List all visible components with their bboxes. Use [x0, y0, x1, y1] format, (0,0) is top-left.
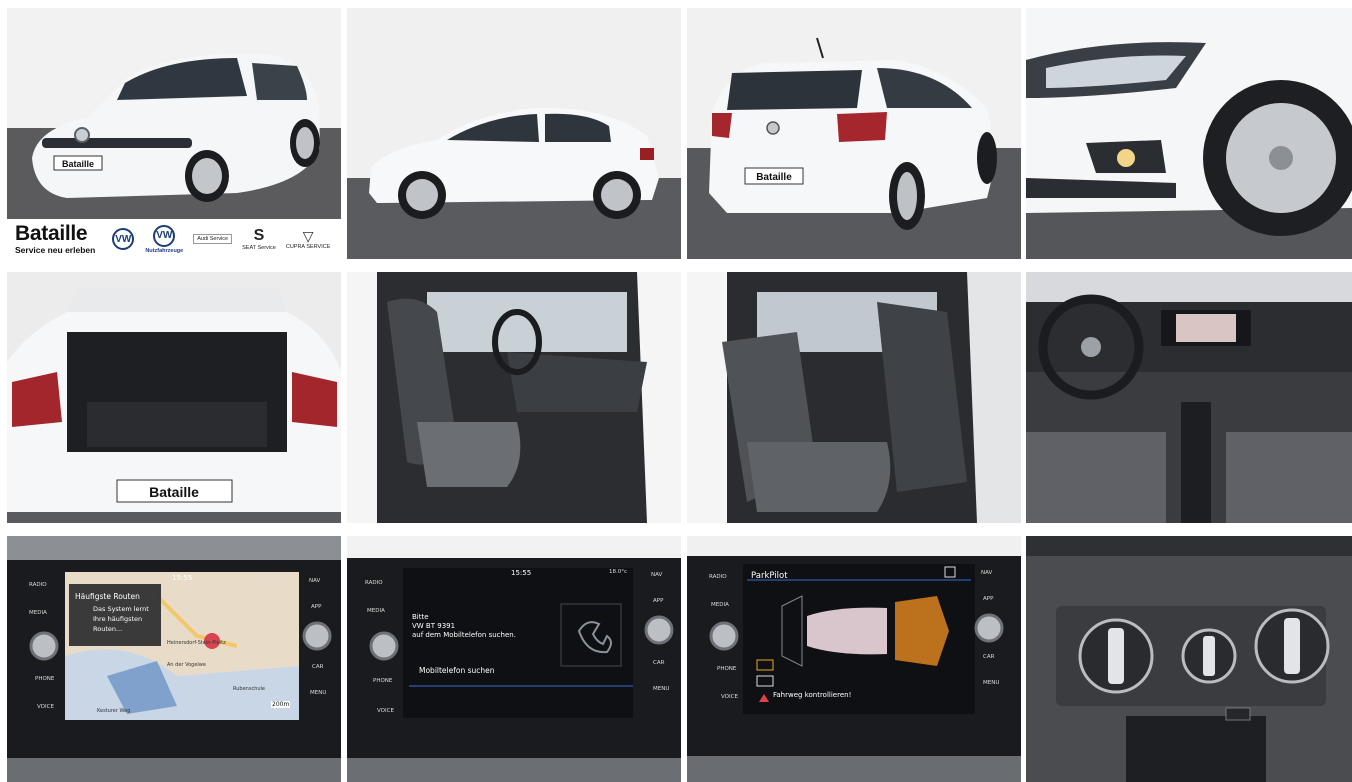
menu-button: MENU [653, 686, 670, 692]
nav-popup-line: Ihre häufigsten [93, 615, 143, 623]
nav-time: 15:55 [172, 574, 193, 582]
phone-button: PHONE [717, 666, 737, 672]
svg-text:Bataille: Bataille [756, 172, 792, 183]
phone-button: PHONE [35, 676, 55, 682]
seat-logo-icon: S SEAT Service [242, 226, 276, 251]
radio-button: RADIO [29, 582, 47, 588]
photo-parkpilot-screen[interactable]: ParkPilot Fahrweg kontrollieren! RADIO M… [687, 536, 1021, 782]
car-button: CAR [312, 664, 324, 670]
radio-button: RADIO [709, 574, 727, 580]
radio-button: RADIO [365, 580, 383, 586]
vw-nutzfahrzeuge-logo-icon: VW Nutzfahrzeuge [145, 224, 183, 254]
phone-message-line: Bitte [412, 613, 429, 621]
photo-front-three-quarter[interactable]: Bataille Bataille Service neu erleben VW… [7, 8, 341, 259]
app-button: APP [311, 604, 322, 610]
parkpilot-title: ParkPilot [751, 571, 788, 581]
map-label: Rubenschule [233, 686, 265, 692]
car-button: CAR [653, 660, 665, 666]
nav-popup-line: Routen... [93, 625, 123, 633]
menu-button: MENU [983, 680, 1000, 686]
nav-button: NAV [651, 572, 663, 578]
photo-side-profile[interactable] [347, 8, 681, 259]
search-phone-button: Mobiltelefon suchen [419, 666, 495, 675]
photo-headlight-wheel-closeup[interactable] [1026, 8, 1352, 259]
phone-message-line: auf dem Mobiltelefon suchen. [412, 631, 516, 639]
voice-button: VOICE [377, 708, 394, 714]
cupra-logo-icon: ▽ CUPRA SERVICE [285, 227, 331, 250]
map-label: Kesturer Weg [97, 708, 131, 714]
photo-open-trunk[interactable]: Bataille [7, 272, 341, 523]
parkpilot-warning: Fahrweg kontrollieren! [773, 691, 852, 699]
vw-logo-icon: VW [111, 228, 135, 250]
photo-rear-seats[interactable] [687, 272, 1021, 523]
map-label: Heinersdorf-Stein-Pleitz [167, 640, 226, 646]
nav-button: NAV [981, 570, 993, 576]
media-button: MEDIA [711, 602, 729, 608]
map-label: An der Vogelwe [167, 662, 206, 668]
dealer-banner: Bataille Service neu erleben VW VW Nutzf… [7, 219, 341, 259]
nav-button: NAV [309, 578, 321, 584]
photo-dashboard[interactable] [1026, 272, 1352, 523]
photo-gallery: Bataille Bataille Service neu erleben VW… [0, 0, 1352, 782]
svg-text:Bataille: Bataille [149, 484, 199, 500]
map-scale: 200m [271, 701, 291, 708]
photo-climate-controls[interactable] [1026, 536, 1352, 782]
photo-front-seats[interactable] [347, 272, 681, 523]
menu-button: MENU [310, 690, 327, 696]
phone-temp: 18.0°c [609, 569, 628, 575]
dealer-brand: Bataille Service neu erleben [15, 223, 95, 255]
car-button: CAR [983, 654, 995, 660]
voice-button: VOICE [37, 704, 54, 710]
nav-popup-line: Das System lernt [93, 605, 149, 613]
audi-service-logo-icon: Audi Service [193, 233, 233, 245]
media-button: MEDIA [29, 610, 47, 616]
voice-button: VOICE [721, 694, 738, 700]
phone-time: 15:55 [511, 569, 532, 577]
dealer-name: Bataille [15, 222, 88, 246]
app-button: APP [983, 596, 994, 602]
photo-phone-screen[interactable]: 15:55 18.0°c Bitte VW BT 9391 auf dem Mo… [347, 536, 681, 782]
app-button: APP [653, 598, 664, 604]
nav-temp: 18.0° [267, 574, 284, 581]
photo-rear-three-quarter[interactable]: Bataille [687, 8, 1021, 259]
phone-button: PHONE [373, 678, 393, 684]
photo-navigation-screen[interactable]: 15:55 18.0° Häufigste Routen Das System … [7, 536, 341, 782]
svg-text:Bataille: Bataille [62, 159, 94, 169]
media-button: MEDIA [367, 608, 385, 614]
nav-popup-title: Häufigste Routen [75, 592, 140, 601]
phone-message-line: VW BT 9391 [412, 622, 456, 630]
dealer-slogan: Service neu erleben [15, 245, 96, 256]
